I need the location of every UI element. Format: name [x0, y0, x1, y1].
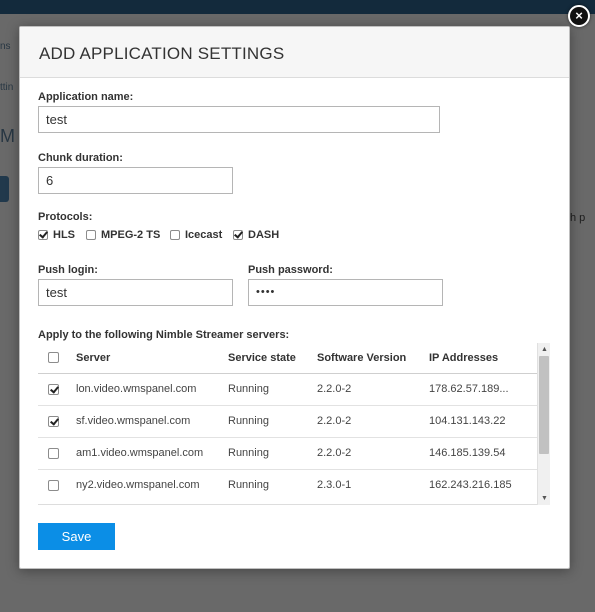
software-version: 2.2.0-2 — [317, 436, 429, 469]
ip-addresses: 146.185.139.54 — [429, 436, 537, 469]
protocol-icecast-label: Icecast — [185, 229, 223, 241]
table-row[interactable]: sf.video.wmspanel.com Running 2.2.0-2 10… — [38, 404, 537, 437]
servers-scrollbar[interactable]: ▲ ▼ — [537, 343, 550, 505]
arrow-up-icon[interactable]: ▲ — [538, 343, 551, 356]
column-header-service-state: Service state — [228, 343, 317, 374]
software-version: 2.3.0-1 — [317, 468, 429, 501]
push-password-label: Push password: — [248, 264, 333, 276]
checkbox-unchecked-icon[interactable] — [86, 230, 96, 240]
checkbox-checked-icon[interactable] — [233, 230, 243, 240]
ip-addresses: 104.131.143.22 — [429, 404, 537, 437]
select-all-checkbox[interactable] — [48, 352, 59, 364]
dialog-header: ADD APPLICATION SETTINGS — [20, 27, 569, 78]
service-state: Running — [228, 468, 317, 501]
server-name: ny2.video.wmspanel.com — [76, 468, 228, 501]
ip-addresses: 162.243.216.185 — [429, 468, 537, 501]
protocol-hls-label: HLS — [53, 229, 75, 241]
protocol-dash-label: DASH — [248, 229, 280, 241]
scrollbar-thumb[interactable] — [539, 356, 549, 454]
protocol-mpeg2ts-label: MPEG-2 TS — [101, 229, 161, 241]
service-state: Running — [228, 372, 317, 405]
server-name: am1.video.wmspanel.com — [76, 436, 228, 469]
servers-label: Apply to the following Nimble Streamer s… — [38, 329, 290, 341]
software-version: 2.2.0-2 — [317, 404, 429, 437]
row-checkbox[interactable] — [48, 479, 59, 491]
column-header-ip-addresses: IP Addresses — [429, 343, 537, 374]
server-name: sf.video.wmspanel.com — [76, 404, 228, 437]
chunk-duration-label: Chunk duration: — [38, 152, 123, 164]
chunk-duration-input[interactable]: 6 — [38, 167, 233, 194]
software-version: 2.2.0-2 — [317, 372, 429, 405]
checkbox-unchecked-icon[interactable] — [170, 230, 180, 240]
protocol-hls-checkbox[interactable]: HLS — [38, 229, 75, 241]
service-state: Running — [228, 404, 317, 437]
column-header-server: Server — [76, 343, 228, 374]
table-row[interactable]: am1.video.wmspanel.com Running 2.2.0-2 1… — [38, 436, 537, 469]
table-row[interactable]: ny2.video.wmspanel.com Running 2.3.0-1 1… — [38, 468, 537, 501]
push-login-label: Push login: — [38, 264, 98, 276]
row-checkbox[interactable] — [48, 447, 59, 459]
protocols-label: Protocols: — [38, 211, 93, 223]
row-checkbox[interactable] — [48, 383, 59, 395]
row-checkbox[interactable] — [48, 415, 59, 427]
application-name-input[interactable]: test — [38, 106, 440, 133]
column-header-software-version: Software Version — [317, 343, 429, 374]
push-login-input[interactable]: test — [38, 279, 233, 306]
servers-table: Server Service state Software Version IP… — [38, 343, 537, 501]
protocol-icecast-checkbox[interactable]: Icecast — [170, 229, 222, 241]
table-header-row: Server Service state Software Version IP… — [38, 343, 537, 374]
push-password-input[interactable]: •••• — [248, 279, 443, 306]
service-state: Running — [228, 436, 317, 469]
application-name-label: Application name: — [38, 91, 134, 103]
close-icon[interactable]: × — [568, 5, 590, 27]
table-row[interactable]: lon.video.wmspanel.com Running 2.2.0-2 1… — [38, 372, 537, 405]
checkbox-checked-icon[interactable] — [38, 230, 48, 240]
arrow-down-icon[interactable]: ▼ — [538, 492, 551, 505]
add-application-settings-dialog: ADD APPLICATION SETTINGS Application nam… — [19, 26, 570, 569]
servers-table-container: Server Service state Software Version IP… — [38, 343, 550, 505]
ip-addresses: 178.62.57.189... — [429, 372, 537, 405]
protocol-mpeg2ts-checkbox[interactable]: MPEG-2 TS — [86, 229, 160, 241]
server-name: lon.video.wmspanel.com — [76, 372, 228, 405]
dialog-title: ADD APPLICATION SETTINGS — [39, 44, 285, 63]
save-button[interactable]: Save — [38, 523, 115, 550]
protocol-dash-checkbox[interactable]: DASH — [233, 229, 279, 241]
